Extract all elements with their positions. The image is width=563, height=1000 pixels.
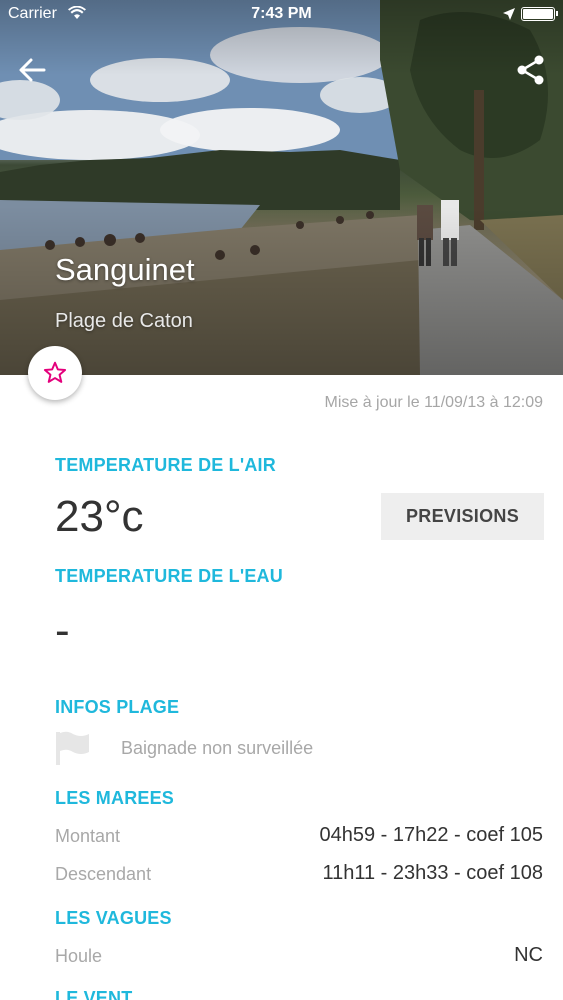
favorite-button[interactable] — [28, 346, 82, 400]
lifeguard-status: Baignade non surveillée — [121, 737, 314, 758]
flag-icon — [56, 731, 89, 765]
tide-falling-value: 11h11 - 23h33 - coef 108 — [322, 862, 543, 884]
water-temperature-title: TEMPERATURE DE L'EAU — [55, 566, 283, 586]
swell-value: NC — [514, 944, 543, 966]
clock: 7:43 PM — [251, 5, 312, 22]
tides-title: LES MAREES — [55, 788, 175, 808]
tide-falling-label: Descendant — [55, 864, 152, 884]
status-bar: Carrier 7:43 PM — [0, 0, 563, 28]
share-button[interactable] — [513, 52, 549, 88]
share-icon — [517, 55, 544, 85]
forecast-button[interactable]: PREVISIONS — [381, 493, 544, 540]
back-button[interactable] — [14, 52, 50, 88]
air-temperature-title: TEMPERATURE DE L'AIR — [55, 455, 276, 475]
tide-rising-value: 04h59 - 17h22 - coef 105 — [319, 824, 543, 846]
waves-title: LES VAGUES — [55, 908, 172, 928]
water-temperature-value: - — [55, 606, 70, 655]
battery-icon — [521, 7, 558, 21]
beach-name: Sanguinet — [55, 252, 195, 287]
beach-subtitle: Plage de Caton — [55, 310, 193, 332]
star-icon — [43, 361, 67, 383]
swell-label: Houle — [55, 946, 103, 966]
lifeguard-status-row: Baignade non surveillée — [55, 730, 313, 766]
air-temperature-value: 23°c — [55, 492, 144, 541]
tide-rising-label: Montant — [55, 826, 121, 846]
beach-info-title: INFOS PLAGE — [55, 697, 180, 717]
updated-timestamp: Mise à jour le 11/09/13 à 12:09 — [324, 394, 543, 411]
location-arrow-icon — [503, 7, 515, 25]
wind-title: LE VENT — [55, 988, 133, 1000]
back-arrow-icon — [19, 58, 46, 82]
